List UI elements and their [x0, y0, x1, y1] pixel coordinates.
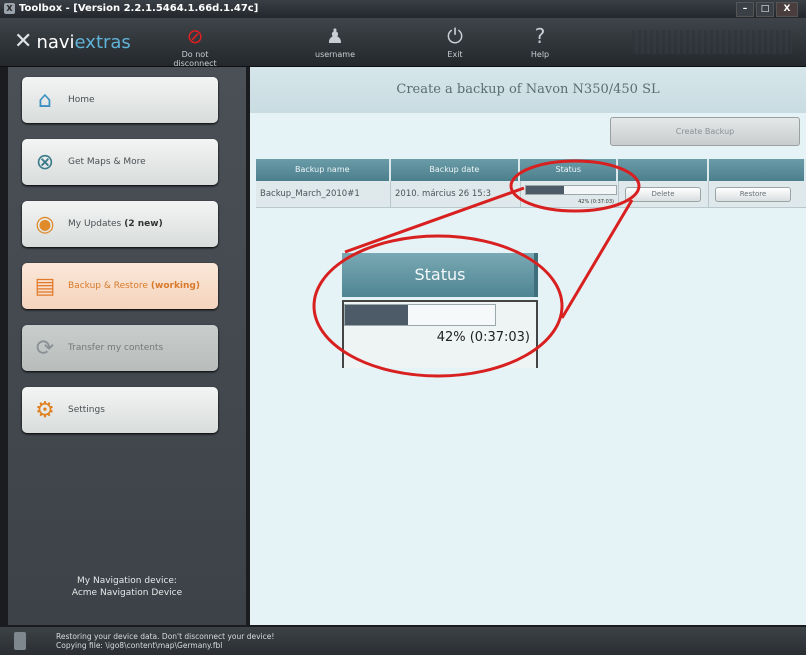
table-header: Backup name Backup date Status: [256, 159, 806, 181]
title-bar: X Toolbox - [Version 2.2.1.5464.1.66d.1.…: [0, 0, 806, 18]
create-backup-button[interactable]: Create Backup: [610, 117, 800, 146]
zoom-status-header: Status: [342, 253, 538, 297]
app-icon: X: [4, 3, 15, 14]
toolbar-decoration: [632, 30, 792, 54]
column-header-status[interactable]: Status: [520, 159, 619, 181]
device-info: My Navigation device: Acme Navigation De…: [8, 575, 246, 599]
power-icon: ⏻: [447, 24, 463, 48]
column-header-backup-name[interactable]: Backup name: [256, 159, 391, 181]
sidebar-item-label: My Updates: [68, 219, 122, 229]
backup-icon: ▤: [34, 273, 56, 299]
transfer-icon: ⟳: [35, 335, 55, 361]
column-header-delete: [618, 159, 709, 181]
backup-name-cell: Backup_March_2010#1: [256, 181, 391, 207]
logo-x-icon: ✕: [14, 29, 33, 54]
do-not-disconnect-indicator: ⊘ Do not disconnect: [160, 24, 230, 68]
globe-update-icon: ◉: [35, 211, 55, 237]
status-cell: 42% (0:37:03): [521, 181, 619, 207]
progress-bar: [525, 185, 617, 195]
table-row[interactable]: Backup_March_2010#1 2010. március 26 15:…: [256, 181, 806, 208]
sidebar-item-label: Get Maps & More: [68, 157, 146, 167]
top-toolbar: ✕ naviextras ⊘ Do not disconnect ♟ userna…: [0, 18, 806, 68]
zoom-status-cell: 42% (0:37:03): [342, 300, 538, 368]
device-name: Acme Navigation Device: [71, 588, 183, 598]
status-bar: Restoring your device data. Don't discon…: [0, 627, 806, 655]
status-zoom-callout: Status 42% (0:37:03): [320, 248, 548, 368]
zoom-progress-text: 42% (0:37:03): [436, 330, 530, 345]
backup-table: Backup name Backup date Status Backup_Ma…: [256, 159, 806, 208]
device-label: My Navigation device:: [77, 576, 177, 586]
sidebar-item-settings[interactable]: ⚙ Settings: [22, 387, 218, 433]
restore-button[interactable]: Restore: [715, 187, 791, 202]
window-title: Toolbox - [Version 2.2.1.5464.1.66d.1.47…: [19, 3, 259, 14]
sidebar-item-label: Settings: [68, 405, 105, 415]
status-file: Copying file: \igo8\content\map\Germany.…: [56, 641, 223, 650]
sidebar-item-transfer[interactable]: ⟳ Transfer my contents: [22, 325, 218, 371]
sidebar-item-label: Backup & Restore: [68, 281, 148, 291]
sidebar-item-label: Home: [68, 95, 95, 105]
status-message: Restoring your device data. Don't discon…: [56, 632, 275, 641]
page-title: Create a backup of Navon N350/450 SL: [250, 67, 806, 113]
sidebar-item-home[interactable]: ⌂ Home: [22, 77, 218, 123]
sidebar-item-label: Transfer my contents: [68, 343, 164, 353]
updates-count-badge: (2 new): [124, 219, 163, 229]
naviextras-logo: ✕ naviextras: [14, 29, 131, 54]
progress-fill: [526, 186, 564, 194]
exit-button[interactable]: ⏻ Exit: [420, 24, 490, 59]
working-badge: (working): [150, 281, 200, 291]
delete-button[interactable]: Delete: [625, 187, 701, 202]
sidebar: ⌂ Home ⊗ Get Maps & More ◉ My Updates (2…: [8, 67, 246, 625]
sidebar-item-backup-restore[interactable]: ▤ Backup & Restore (working): [22, 263, 218, 309]
gear-icon: ⚙: [35, 397, 55, 423]
home-icon: ⌂: [38, 87, 52, 113]
zoom-progress-bar: [344, 304, 496, 326]
maximize-button[interactable]: □: [756, 2, 774, 17]
column-header-restore: [709, 159, 806, 181]
no-entry-icon: ⊘: [186, 24, 204, 48]
user-icon: ♟: [326, 24, 344, 48]
zoom-progress-fill: [345, 305, 408, 325]
sidebar-item-get-maps[interactable]: ⊗ Get Maps & More: [22, 139, 218, 185]
close-button[interactable]: X: [776, 2, 798, 17]
minimize-button[interactable]: –: [736, 2, 754, 17]
user-button[interactable]: ♟ username: [300, 24, 370, 59]
question-icon: ?: [534, 24, 546, 48]
device-icon: [14, 632, 26, 650]
column-header-backup-date[interactable]: Backup date: [391, 159, 521, 181]
help-button[interactable]: ? Help: [505, 24, 575, 59]
backup-date-cell: 2010. március 26 15:3: [391, 181, 521, 207]
maps-icon: ⊗: [35, 149, 55, 175]
sidebar-item-my-updates[interactable]: ◉ My Updates (2 new): [22, 201, 218, 247]
progress-text: 42% (0:37:03): [578, 199, 614, 205]
